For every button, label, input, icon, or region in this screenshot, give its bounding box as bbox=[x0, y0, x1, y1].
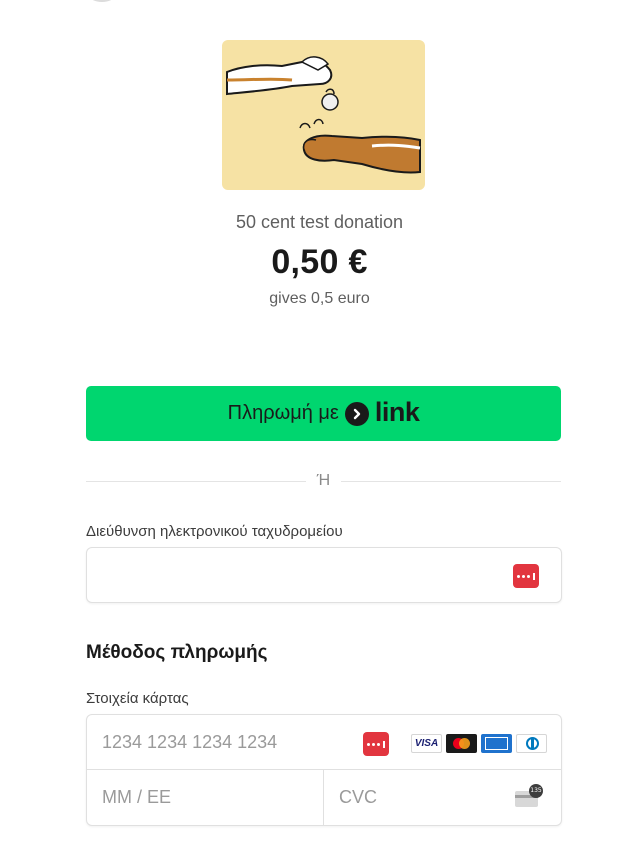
cvc-badge: 135 bbox=[529, 784, 543, 798]
product-price: 0,50 € bbox=[271, 243, 368, 281]
password-manager-icon[interactable] bbox=[363, 732, 389, 756]
expiry-field[interactable]: MM / ΕΕ bbox=[87, 770, 324, 825]
product-name: 50 cent test donation bbox=[235, 212, 404, 232]
mastercard-icon bbox=[446, 734, 477, 753]
or-divider: Ή bbox=[86, 472, 561, 492]
pay-with-link-button[interactable]: Πληρωμή με link bbox=[86, 386, 561, 441]
expiry-placeholder: MM / ΕΕ bbox=[102, 787, 172, 807]
email-label: Διεύθυνση ηλεκτρονικού ταχυδρομείου bbox=[86, 523, 343, 540]
visa-icon: VISA bbox=[411, 734, 442, 753]
product-image bbox=[222, 40, 425, 190]
card-number-placeholder: 1234 1234 1234 1234 bbox=[102, 732, 278, 752]
payment-method-title: Μέθοδος πληρωμής bbox=[86, 642, 268, 663]
card-details-box: 1234 1234 1234 1234 VISA MM / ΕΕ CVC 135 bbox=[86, 714, 562, 826]
cvc-card-icon: 135 bbox=[515, 784, 543, 807]
card-details-label: Στοιχεία κάρτας bbox=[86, 690, 189, 707]
email-field-container bbox=[86, 547, 562, 603]
cvc-placeholder: CVC bbox=[339, 787, 378, 807]
back-button-partial[interactable] bbox=[88, 0, 116, 2]
cvc-field[interactable]: CVC 135 bbox=[324, 770, 561, 825]
email-input[interactable] bbox=[101, 548, 511, 602]
link-logo-text: link bbox=[374, 396, 420, 427]
amex-icon bbox=[481, 734, 512, 753]
hands-coin-illustration bbox=[226, 56, 421, 174]
password-manager-icon[interactable] bbox=[513, 564, 539, 588]
product-description: gives 0,5 euro bbox=[269, 290, 370, 307]
pay-with-link-label: Πληρωμή με bbox=[227, 402, 339, 424]
link-chevron-icon bbox=[344, 401, 369, 426]
diners-icon bbox=[516, 734, 547, 753]
divider-line bbox=[341, 481, 561, 482]
card-number-field[interactable]: 1234 1234 1234 1234 VISA bbox=[87, 715, 561, 770]
